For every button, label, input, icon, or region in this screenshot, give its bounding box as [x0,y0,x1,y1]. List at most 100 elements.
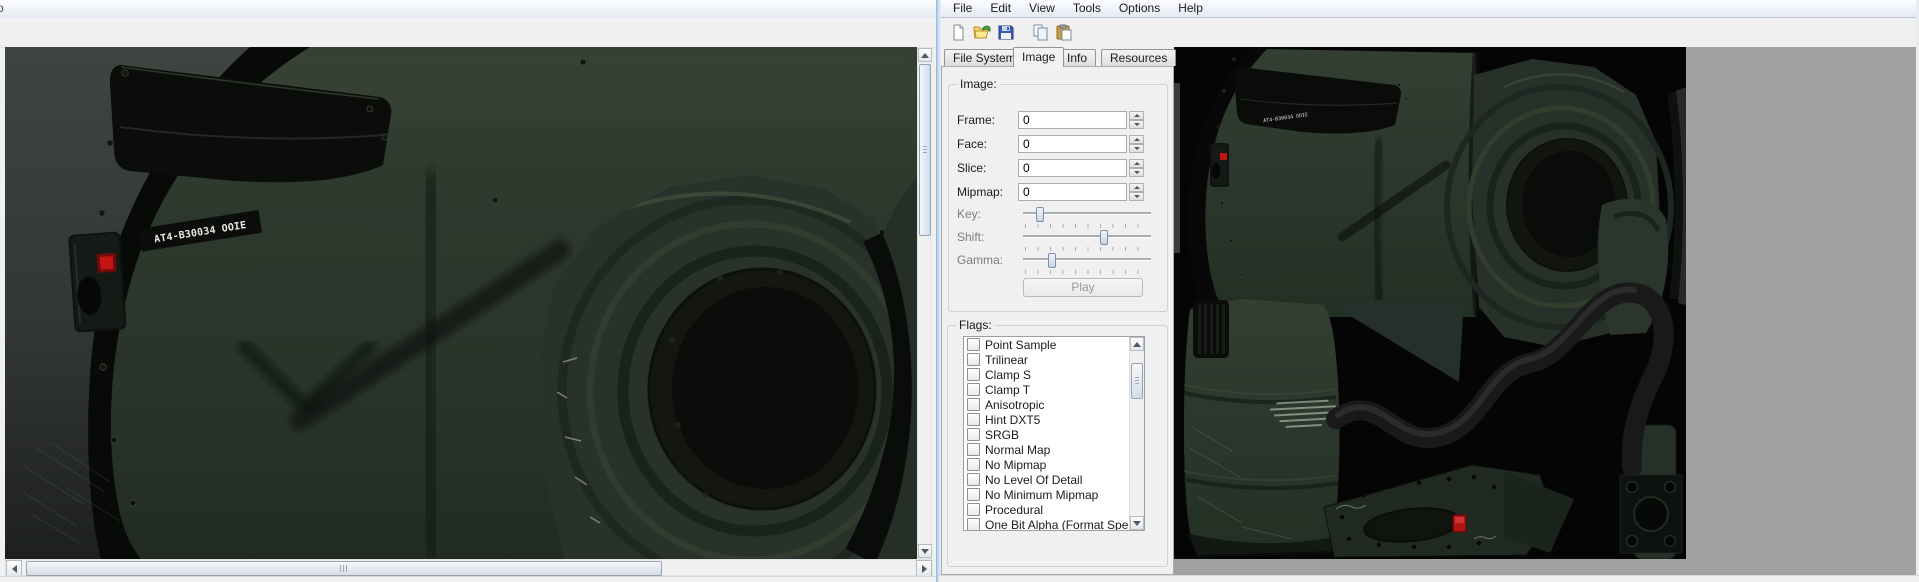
flag-label: Normal Map [985,442,1051,457]
face-input[interactable] [1018,135,1127,153]
flag-item[interactable]: Trilinear [964,352,1129,367]
flag-checkbox[interactable] [967,443,980,456]
flag-item[interactable]: Clamp S [964,367,1129,382]
image-groupbox: Image: Frame: Face: Slice: Mipmap: [948,77,1168,312]
scroll-right-button[interactable] [916,560,932,577]
paste-button[interactable] [1053,21,1075,43]
thumb-grip [923,146,927,154]
flag-item[interactable]: Clamp T [964,382,1129,397]
copy-button[interactable] [1029,21,1051,43]
flag-label: No Mipmap [985,457,1047,472]
flag-item[interactable]: No Mipmap [964,457,1129,472]
flag-item[interactable]: Point Sample [964,337,1129,352]
spinner-up-icon [1133,114,1140,117]
slider-thumb[interactable] [1035,207,1044,222]
spinner-up-button[interactable] [1129,183,1144,192]
flags-groupbox-title: Flags: [956,318,995,332]
spinner-up-button[interactable] [1129,159,1144,168]
flags-scroll-up-button[interactable] [1130,337,1144,351]
face-spinner[interactable] [1129,135,1144,153]
spinner-up-button[interactable] [1129,135,1144,144]
key-slider[interactable] [1023,207,1151,228]
flag-checkbox[interactable] [967,473,980,486]
spinner-down-button[interactable] [1129,120,1144,129]
spinner-down-button[interactable] [1129,168,1144,177]
flag-checkbox[interactable] [967,413,980,426]
slice-label: Slice: [957,161,987,175]
slice-input[interactable] [1018,159,1127,177]
tab-image[interactable]: Image [1013,47,1065,67]
slider-thumb[interactable] [1099,230,1108,245]
flag-checkbox[interactable] [967,383,980,396]
spinner-down-button[interactable] [1129,144,1144,153]
toolbar [941,18,1919,46]
play-button[interactable]: Play [1023,278,1143,297]
gamma-slider[interactable] [1023,253,1151,274]
flag-checkbox[interactable] [967,428,980,441]
left-horizontal-scrollbar[interactable] [5,559,933,577]
face-label: Face: [957,137,988,151]
frame-spinner[interactable] [1129,111,1144,129]
slice-spinner[interactable] [1129,159,1144,177]
save-icon [998,25,1014,40]
flag-checkbox[interactable] [967,458,980,471]
tab-resources[interactable]: Resources [1101,49,1177,66]
shift-slider[interactable] [1023,230,1151,251]
spinner-down-button[interactable] [1129,192,1144,201]
flags-listbox[interactable]: Point Sample Trilinear Clamp S Clamp T Aniso… [963,336,1145,531]
left-window: o AT4-B30034 OOIE [0,0,936,582]
new-button[interactable] [947,21,969,43]
frame-input[interactable] [1018,111,1127,129]
texture-canvas-zoomed[interactable]: AT4-B30034 OOIE [5,47,917,559]
arrow-up-icon [921,52,929,58]
flag-checkbox[interactable] [967,368,980,381]
atlas-flange-plate [1619,474,1683,554]
flag-item[interactable]: Procedural [964,502,1129,517]
flag-item[interactable]: Anisotropic [964,397,1129,412]
flag-label: Clamp T [985,382,1031,397]
flag-label: Point Sample [985,337,1057,352]
flags-scroll-down-button[interactable] [1130,516,1144,530]
atlas-tube-piece: AT4-B30034 OOIE [1188,47,1482,319]
flag-item[interactable]: Normal Map [964,442,1129,457]
flag-label: SRGB [985,427,1020,442]
flag-item[interactable]: SRGB [964,427,1129,442]
menu-tools[interactable]: Tools [1064,0,1110,17]
horizontal-scroll-thumb[interactable] [26,561,662,576]
flag-checkbox[interactable] [967,503,980,516]
spinner-up-button[interactable] [1129,111,1144,120]
menu-options[interactable]: Options [1110,0,1169,17]
open-button[interactable] [971,21,993,43]
flag-checkbox[interactable] [967,338,980,351]
flag-label: Anisotropic [985,397,1045,412]
save-button[interactable] [995,21,1017,43]
flag-item[interactable]: No Level Of Detail [964,472,1129,487]
flag-checkbox[interactable] [967,398,980,411]
menu-view[interactable]: View [1020,0,1064,17]
mipmap-label: Mipmap: [957,185,1004,199]
flag-checkbox[interactable] [967,488,980,501]
scroll-up-button[interactable] [918,48,932,62]
flag-item[interactable]: No Minimum Mipmap [964,487,1129,502]
slider-thumb[interactable] [1048,253,1057,268]
left-vertical-scrollbar[interactable] [917,47,932,559]
thumb-grip [340,565,348,572]
vertical-scroll-thumb[interactable] [919,64,931,236]
open-folder-icon [973,25,991,38]
flag-checkbox[interactable] [967,518,980,530]
flags-scroll-thumb[interactable] [1131,363,1143,399]
flag-item[interactable]: One Bit Alpha (Format Spec [964,517,1129,530]
scroll-left-button[interactable] [6,560,22,577]
texture-preview-pane[interactable]: AT4-B30034 OOIE [1174,47,1919,575]
flag-checkbox[interactable] [967,353,980,366]
mipmap-spinner[interactable] [1129,183,1144,201]
menu-help[interactable]: Help [1169,0,1212,17]
slider-ticks [1025,224,1149,228]
menu-file[interactable]: File [944,0,981,17]
mipmap-input[interactable] [1018,183,1127,201]
menu-edit[interactable]: Edit [981,0,1020,17]
flag-label: No Minimum Mipmap [985,487,1099,502]
scroll-down-button[interactable] [918,544,932,558]
flag-item[interactable]: Hint DXT5 [964,412,1129,427]
flags-scrollbar[interactable] [1129,337,1144,530]
